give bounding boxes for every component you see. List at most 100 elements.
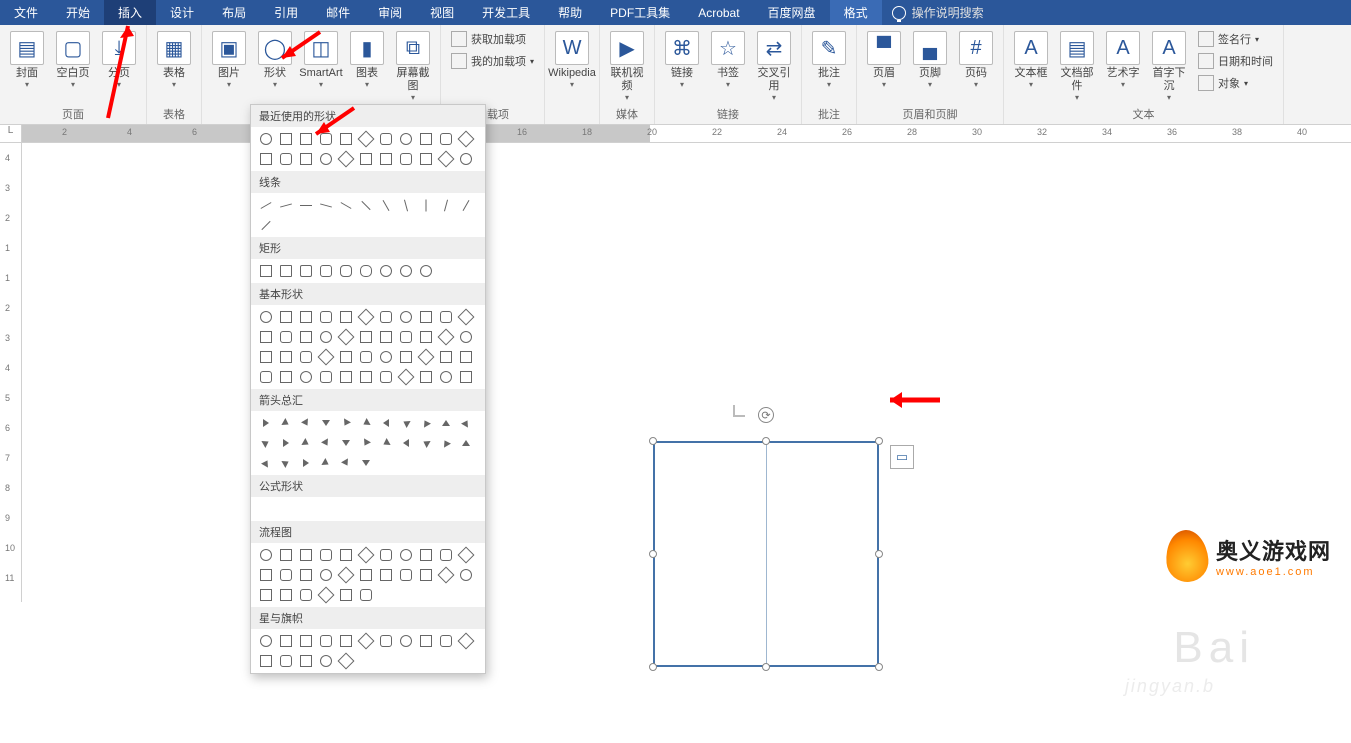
document-area[interactable]: 43211234567891011 Bai jingyan.b ⟳ ▭ 奥义游戏… [0, 143, 1351, 602]
resize-handle-ne[interactable] [875, 437, 883, 445]
shape-item[interactable] [357, 308, 375, 326]
shape-item[interactable] [397, 262, 415, 280]
shape-item[interactable] [357, 328, 375, 346]
menu-tab-视图[interactable]: 视图 [416, 0, 468, 25]
parts-button[interactable]: ▤文档部件▾ [1056, 29, 1098, 102]
shape-item[interactable] [397, 434, 415, 452]
shape-item[interactable] [257, 150, 275, 168]
menu-tab-帮助[interactable]: 帮助 [544, 0, 596, 25]
shape-item[interactable] [317, 546, 335, 564]
blank-button[interactable]: ▢空白页▾ [52, 29, 94, 89]
screenshot-button[interactable]: ⧉屏幕截图▾ [392, 29, 434, 102]
shape-item[interactable] [317, 368, 335, 386]
menu-tab-文件[interactable]: 文件 [0, 0, 52, 25]
shape-item[interactable] [397, 414, 415, 432]
shape-item[interactable] [277, 414, 295, 432]
shape-item[interactable] [337, 328, 355, 346]
textbox-button[interactable]: A文本框▾ [1010, 29, 1052, 89]
shape-item[interactable] [357, 566, 375, 584]
bookmark-button[interactable]: ☆书签▾ [707, 29, 749, 89]
shape-item[interactable] [257, 454, 275, 472]
resize-handle-e[interactable] [875, 550, 883, 558]
shape-item[interactable] [257, 348, 275, 366]
horizontal-ruler[interactable]: 246810121416182022242628303234363840 [22, 125, 1351, 142]
shape-item[interactable] [437, 414, 455, 432]
shape-item[interactable] [257, 434, 275, 452]
shape-item[interactable] [337, 566, 355, 584]
shape-item[interactable] [377, 262, 395, 280]
shape-item[interactable] [257, 566, 275, 584]
shape-item[interactable] [297, 652, 315, 670]
shape-item[interactable] [437, 130, 455, 148]
shape-item[interactable] [437, 348, 455, 366]
shape-item[interactable] [357, 348, 375, 366]
shape-item[interactable] [357, 434, 375, 452]
selected-shape-rectangle[interactable]: ⟳ [653, 441, 879, 667]
shape-item[interactable] [357, 586, 375, 604]
obj-button[interactable]: 对象 ▾ [1194, 73, 1277, 93]
date-button[interactable]: 日期和时间 [1194, 51, 1277, 71]
shape-item[interactable] [257, 652, 275, 670]
shape-item[interactable] [317, 632, 335, 650]
menu-tab-Acrobat[interactable]: Acrobat [684, 0, 753, 25]
shape-item[interactable] [297, 308, 315, 326]
shape-item[interactable] [337, 348, 355, 366]
shape-item[interactable] [297, 500, 315, 518]
shape-item[interactable] [437, 632, 455, 650]
shape-item[interactable] [277, 348, 295, 366]
shape-item[interactable] [257, 308, 275, 326]
shape-item[interactable] [357, 414, 375, 432]
shape-item[interactable] [437, 546, 455, 564]
shape-item[interactable] [317, 262, 335, 280]
shape-item[interactable] [437, 566, 455, 584]
shape-item[interactable] [317, 434, 335, 452]
image-button[interactable]: ▣图片▾ [208, 29, 250, 89]
shape-item[interactable] [337, 308, 355, 326]
shape-item[interactable] [397, 348, 415, 366]
shape-item[interactable] [437, 150, 455, 168]
resize-handle-se[interactable] [875, 663, 883, 671]
shape-item[interactable] [437, 368, 455, 386]
shape-item[interactable] [277, 368, 295, 386]
shape-item[interactable] [357, 196, 375, 214]
shape-item[interactable] [337, 586, 355, 604]
shape-item[interactable] [277, 308, 295, 326]
shape-item[interactable] [397, 546, 415, 564]
shape-item[interactable] [457, 348, 475, 366]
shape-item[interactable] [277, 566, 295, 584]
shape-item[interactable] [257, 414, 275, 432]
shape-item[interactable] [317, 328, 335, 346]
shape-item[interactable] [377, 546, 395, 564]
shape-item[interactable] [317, 586, 335, 604]
shape-item[interactable] [457, 566, 475, 584]
shape-item[interactable] [397, 196, 415, 214]
dropcap-button[interactable]: A首字下沉▾ [1148, 29, 1190, 102]
shape-item[interactable] [317, 566, 335, 584]
shape-item[interactable] [357, 454, 375, 472]
shape-item[interactable] [377, 150, 395, 168]
shape-item[interactable] [337, 652, 355, 670]
shape-item[interactable] [397, 566, 415, 584]
shape-item[interactable] [297, 546, 315, 564]
shape-item[interactable] [277, 150, 295, 168]
shape-item[interactable] [357, 262, 375, 280]
shape-item[interactable] [457, 434, 475, 452]
shape-item[interactable] [257, 368, 275, 386]
shape-item[interactable] [277, 652, 295, 670]
shape-item[interactable] [357, 546, 375, 564]
shape-item[interactable] [337, 368, 355, 386]
resize-handle-nw[interactable] [649, 437, 657, 445]
menu-tab-邮件[interactable]: 邮件 [312, 0, 364, 25]
shape-item[interactable] [417, 130, 435, 148]
video-button[interactable]: ▶联机视频▾ [606, 29, 648, 102]
shape-item[interactable] [257, 196, 275, 214]
shape-item[interactable] [457, 632, 475, 650]
shape-item[interactable] [357, 150, 375, 168]
menu-tab-百度网盘[interactable]: 百度网盘 [754, 0, 830, 25]
shape-item[interactable] [337, 454, 355, 472]
shape-item[interactable] [277, 632, 295, 650]
resize-handle-n[interactable] [762, 437, 770, 445]
shape-item[interactable] [377, 434, 395, 452]
shape-item[interactable] [377, 196, 395, 214]
shape-item[interactable] [377, 348, 395, 366]
